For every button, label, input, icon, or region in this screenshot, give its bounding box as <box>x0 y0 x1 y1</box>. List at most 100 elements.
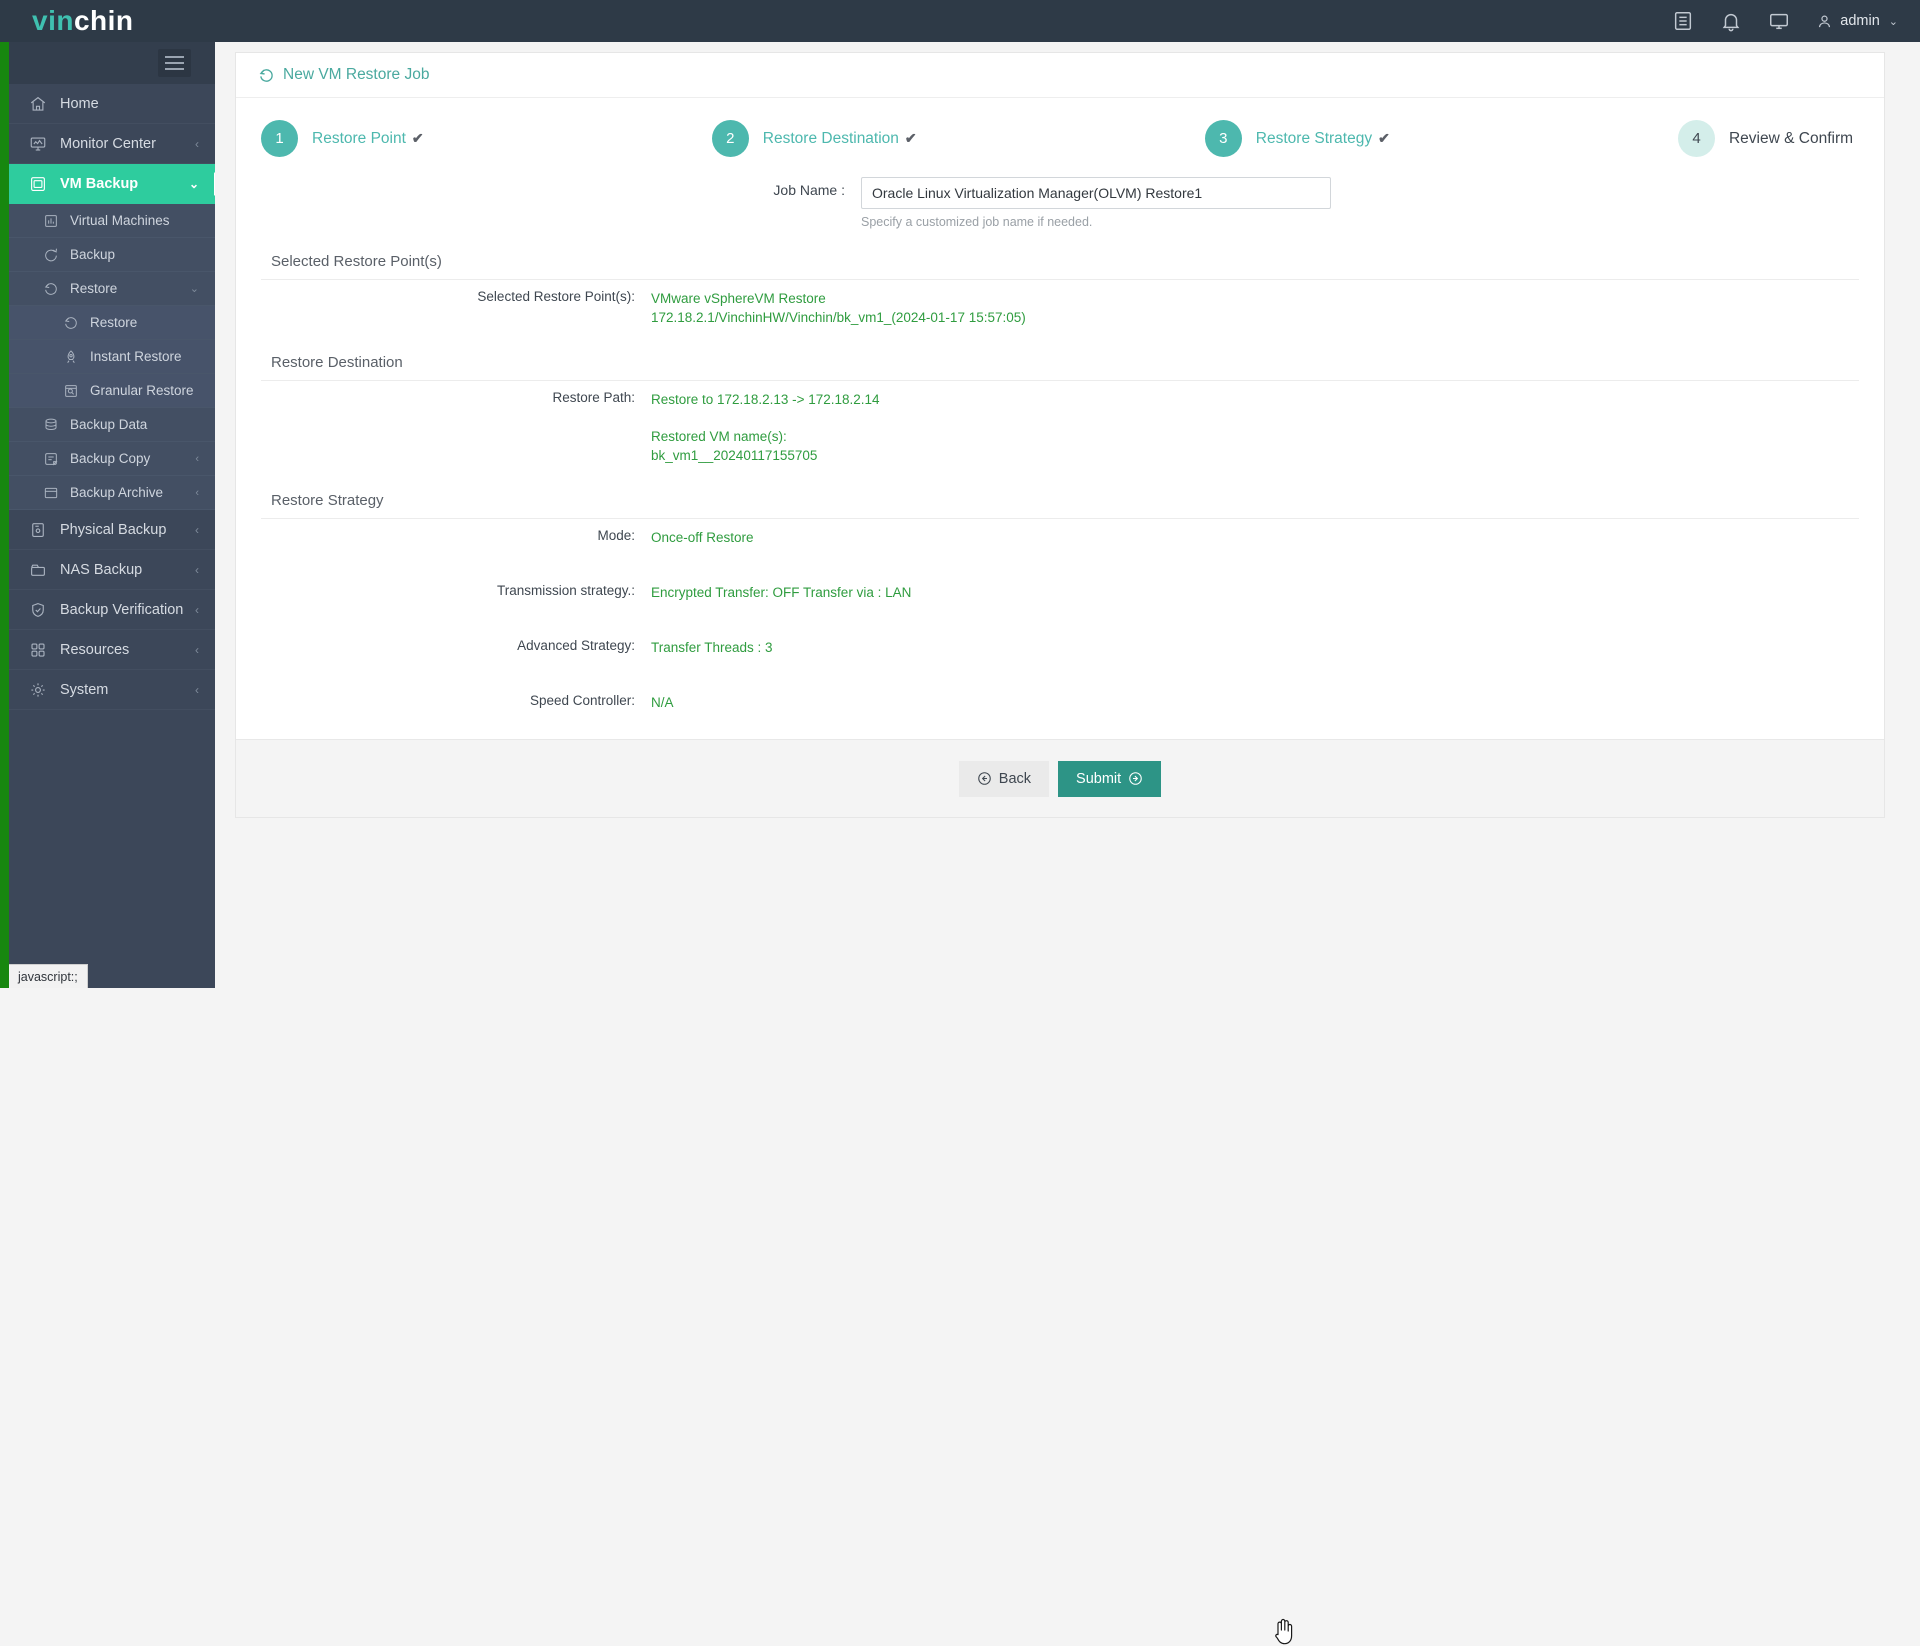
job-name-hint: Specify a customized job name if needed. <box>861 215 1859 229</box>
step-number: 3 <box>1205 120 1242 157</box>
sidebar-item-label: Backup Verification <box>60 602 195 618</box>
summary-label: Transmission strategy.: <box>261 583 651 598</box>
row-spacer <box>261 666 1859 684</box>
summary-row: Selected Restore Point(s):VMware vSphere… <box>261 280 1859 336</box>
restore-icon <box>258 67 275 84</box>
summary-value-line: Restore to 172.18.2.13 -> 172.18.2.14 <box>651 390 880 409</box>
step-indicator: 1Restore Point✔2Restore Destination✔3Res… <box>261 98 1859 171</box>
wizard-card: New VM Restore Job 1Restore Point✔ 2 Resto… <box>235 52 1885 818</box>
file-search-icon <box>61 383 81 399</box>
sidebar-item-arrow: ⌄ <box>189 177 199 191</box>
wizard-step-1[interactable]: 1Restore Point✔ <box>261 120 424 157</box>
summary-value: Restore to 172.18.2.13 -> 172.18.2.14 <box>651 390 880 409</box>
mouse-cursor <box>1274 1618 1296 1646</box>
submit-button[interactable]: Submit <box>1058 761 1161 797</box>
section-heading: Restore Strategy <box>261 486 1859 519</box>
summary-value: Restored VM name(s):bk_vm1__202401171557… <box>651 427 817 465</box>
wizard-step-2[interactable]: 2Restore Destination✔ <box>712 120 917 157</box>
section-heading: Selected Restore Point(s) <box>261 247 1859 280</box>
user-menu[interactable]: admin ⌄ <box>1816 13 1898 30</box>
sidebar-item-label: Backup Archive <box>70 485 195 500</box>
step-label: Review & Confirm <box>1729 130 1853 148</box>
arrow-right-circle-icon <box>1128 771 1143 786</box>
sidebar-item-backup-data[interactable]: Backup Data <box>9 408 215 442</box>
summary-value-line: 172.18.2.1/VinchinHW/Vinchin/bk_vm1_(202… <box>651 308 1026 327</box>
sidebar-item-granular-restore[interactable]: Granular Restore <box>9 374 215 408</box>
summary-value-line: VMware vSphereVM Restore <box>651 289 1026 308</box>
wizard-step-3[interactable]: 3Restore Strategy✔ <box>1205 120 1390 157</box>
sidebar-item-label: Resources <box>60 642 195 658</box>
back-button[interactable]: Back <box>959 761 1049 797</box>
sidebar-item-backup-archive[interactable]: Backup Archive‹ <box>9 476 215 510</box>
list-icon[interactable] <box>1672 10 1694 32</box>
wizard-step-4[interactable]: 4 Review & Confirm <box>1678 120 1859 157</box>
sidebar-item-backup-verification[interactable]: Backup Verification‹ <box>9 590 215 630</box>
review-body: Job Name : Specify a customized job name… <box>261 171 1859 739</box>
sidebar-item-restore[interactable]: Restore <box>9 306 215 340</box>
row-spacer <box>261 556 1859 574</box>
monitor-icon[interactable] <box>1768 10 1790 32</box>
summary-value: Once-off Restore <box>651 528 754 547</box>
sidebar-item-physical-backup[interactable]: Physical Backup‹ <box>9 510 215 550</box>
status-bar: javascript:; <box>9 964 88 988</box>
sidebar-item-nas-backup[interactable]: NAS Backup‹ <box>9 550 215 590</box>
user-icon <box>1816 13 1833 30</box>
sidebar-item-vm-backup[interactable]: VM Backup⌄ <box>9 164 215 204</box>
blocks-icon <box>27 641 49 659</box>
summary-row: Speed Controller:N/A <box>261 684 1859 721</box>
summary-row: Advanced Strategy:Transfer Threads : 3 <box>261 629 1859 666</box>
summary-sections: Selected Restore Point(s)Selected Restor… <box>261 247 1859 739</box>
sidebar-item-label: NAS Backup <box>60 562 195 578</box>
summary-value: Transfer Threads : 3 <box>651 638 773 657</box>
refresh-icon <box>41 247 61 263</box>
job-name-input[interactable] <box>861 177 1331 209</box>
row-spacer <box>261 721 1859 739</box>
gear-icon <box>27 681 49 699</box>
user-name-label: admin <box>1840 13 1880 29</box>
step-label: Restore Destination <box>763 130 899 148</box>
restore-icon <box>41 281 61 297</box>
sidebar-item-virtual-machines[interactable]: Virtual Machines <box>9 204 215 238</box>
sidebar-item-arrow: ‹ <box>195 487 199 499</box>
summary-value: N/A <box>651 693 674 712</box>
sidebar-nav: HomeMonitor Center‹VM Backup⌄Virtual Mac… <box>9 84 215 710</box>
step-number: 4 <box>1678 120 1715 157</box>
hamburger-icon[interactable] <box>158 49 191 77</box>
step-number: 2 <box>712 120 749 157</box>
chevron-down-icon: ⌄ <box>1889 15 1898 28</box>
sidebar-item-restore[interactable]: Restore⌄ <box>9 272 215 306</box>
sidebar-toggle-row <box>9 42 215 84</box>
submit-button-label: Submit <box>1076 771 1121 787</box>
sidebar-item-label: VM Backup <box>60 176 189 192</box>
summary-value-line: Once-off Restore <box>651 528 754 547</box>
sidebar-item-resources[interactable]: Resources‹ <box>9 630 215 670</box>
summary-label: Advanced Strategy: <box>261 638 651 653</box>
summary-row: Restore Path:Restore to 172.18.2.13 -> 1… <box>261 381 1859 418</box>
sidebar-item-backup[interactable]: Backup <box>9 238 215 272</box>
sidebar-item-label: Granular Restore <box>90 383 199 398</box>
arrow-left-circle-icon <box>977 771 992 786</box>
sidebar-item-instant-restore[interactable]: Instant Restore <box>9 340 215 374</box>
job-name-row: Job Name : Specify a customized job name… <box>261 171 1859 235</box>
archive-icon <box>41 485 61 501</box>
bell-icon[interactable] <box>1720 10 1742 32</box>
job-name-label: Job Name : <box>261 177 861 198</box>
sidebar-item-backup-copy[interactable]: Backup Copy‹ <box>9 442 215 476</box>
status-bar-text: javascript:; <box>18 970 78 984</box>
copy-icon <box>41 451 61 467</box>
header-actions: admin ⌄ <box>1672 10 1920 32</box>
logo-part-2: chin <box>74 5 134 36</box>
page-title: New VM Restore Job <box>236 53 1884 98</box>
sidebar-item-label: Restore <box>90 315 199 330</box>
app-logo[interactable]: vinchin <box>0 0 215 42</box>
step-label: Restore Point <box>312 130 406 148</box>
vm-icon <box>27 175 49 193</box>
sidebar-item-system[interactable]: System‹ <box>9 670 215 710</box>
monitor-chart-icon <box>27 135 49 153</box>
summary-row: Mode:Once-off Restore <box>261 519 1859 556</box>
sidebar-item-monitor-center[interactable]: Monitor Center‹ <box>9 124 215 164</box>
nas-icon <box>27 561 49 579</box>
sidebar-item-arrow: ‹ <box>195 683 199 697</box>
sidebar-item-label: Restore <box>70 281 190 296</box>
sidebar-item-home[interactable]: Home <box>9 84 215 124</box>
